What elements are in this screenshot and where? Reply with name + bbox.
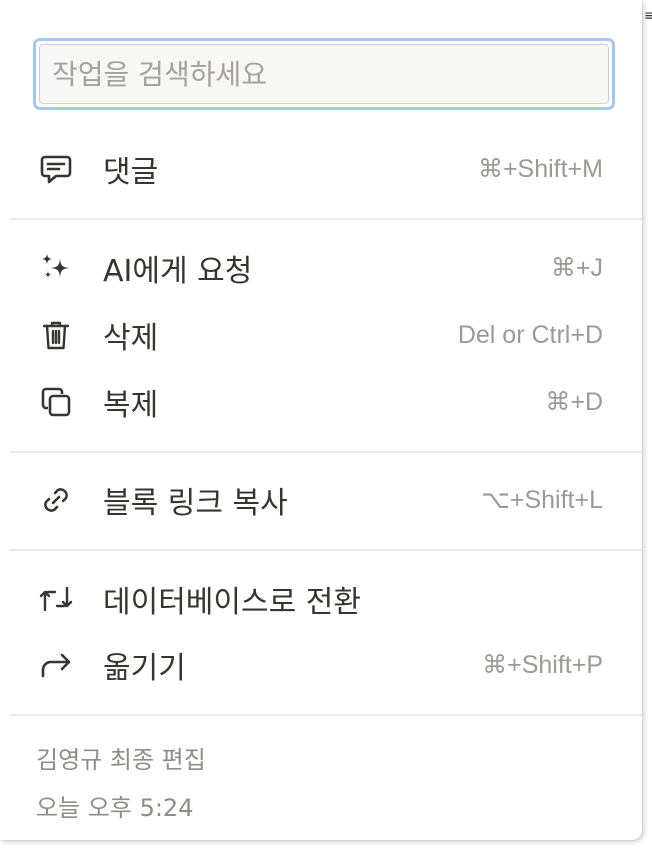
comment-icon <box>36 149 76 189</box>
menu-item-delete[interactable]: 삭제 Del or Ctrl+D <box>10 303 632 367</box>
move-arrow-icon <box>36 645 76 685</box>
menu-item-shortcut: ⌘+J <box>550 254 603 282</box>
menu-item-label: 복제 <box>103 388 159 423</box>
block-action-menu: 댓글 ⌘+Shift+M AI에게 요청 ⌘+J 삭제 <box>0 0 642 840</box>
menu-item-shortcut: ⌘+D <box>545 388 603 416</box>
menu-item-move[interactable]: 옮기기 ⌘+Shift+P <box>10 633 632 697</box>
menu-item-shortcut: Del or Ctrl+D <box>457 320 603 349</box>
divider <box>10 714 642 716</box>
menu-item-convert-database[interactable]: 데이터베이스로 전환 <box>10 567 632 631</box>
menu-item-label: 삭제 <box>103 321 159 356</box>
background-edge-glyph: ≡ <box>644 10 652 22</box>
search-focus-ring <box>33 38 615 110</box>
sparkles-icon <box>36 248 76 288</box>
divider <box>10 549 642 551</box>
menu-item-label: 블록 링크 복사 <box>103 486 288 521</box>
divider <box>10 218 642 220</box>
last-edited-by: 김영규 최종 편집 <box>36 746 206 774</box>
trash-icon <box>36 315 76 355</box>
last-edited-time: 오늘 오후 5:24 <box>36 794 194 822</box>
menu-item-duplicate[interactable]: 복제 ⌘+D <box>10 370 632 434</box>
duplicate-icon <box>36 382 76 422</box>
menu-item-copy-link[interactable]: 블록 링크 복사 ⌥+Shift+L <box>10 468 632 532</box>
divider <box>10 451 642 453</box>
action-search-input[interactable] <box>39 44 609 104</box>
convert-icon <box>36 579 76 619</box>
menu-item-label: 댓글 <box>103 155 159 190</box>
menu-item-ask-ai[interactable]: AI에게 요청 ⌘+J <box>10 236 632 300</box>
menu-item-comment[interactable]: 댓글 ⌘+Shift+M <box>10 137 632 201</box>
menu-item-label: 옮기기 <box>103 651 186 686</box>
menu-item-shortcut: ⌥+Shift+L <box>481 486 603 514</box>
menu-item-shortcut: ⌘+Shift+M <box>477 155 603 183</box>
menu-item-shortcut: ⌘+Shift+P <box>482 651 603 679</box>
link-icon <box>36 480 76 520</box>
menu-item-label: 데이터베이스로 전환 <box>103 585 361 620</box>
menu-item-label: AI에게 요청 <box>103 254 253 289</box>
